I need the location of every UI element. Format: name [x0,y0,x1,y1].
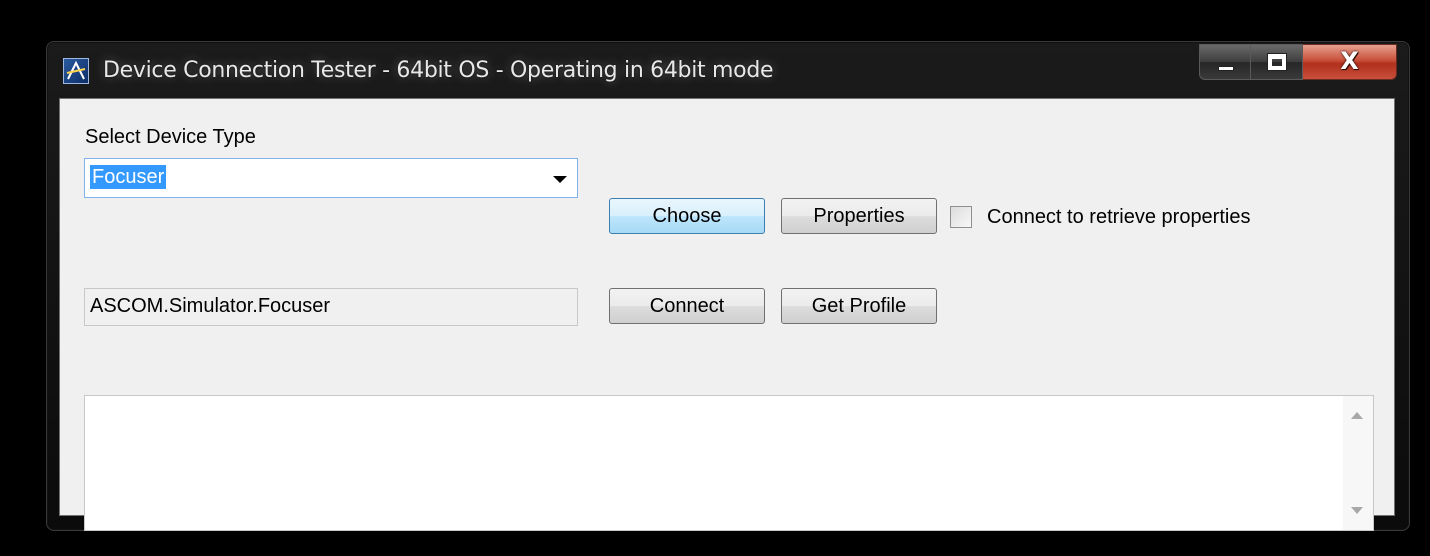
device-type-selected: Focuser [90,165,167,189]
driver-id-field: ASCOM.Simulator.Focuser [84,288,578,326]
properties-button[interactable]: Properties [781,198,937,234]
scroll-down-icon[interactable] [1351,507,1363,514]
connect-to-retrieve-checkbox[interactable] [950,206,972,228]
close-icon: X [1340,47,1359,75]
device-type-label: Select Device Type [85,126,256,148]
maximize-icon [1267,53,1287,71]
log-textarea[interactable] [84,395,1374,531]
get-profile-button[interactable]: Get Profile [781,288,937,324]
driver-id-value: ASCOM.Simulator.Focuser [90,295,331,317]
chevron-down-icon[interactable] [553,176,567,183]
minimize-button[interactable] [1199,44,1251,80]
connect-to-retrieve-label[interactable]: Connect to retrieve properties [987,206,1250,229]
maximize-button[interactable] [1251,44,1303,80]
ascom-app-icon[interactable] [63,58,89,84]
title-bar[interactable]: Device Connection Tester - 64bit OS - Op… [47,42,1409,98]
window-title: Device Connection Tester - 64bit OS - Op… [103,58,774,83]
scroll-up-icon[interactable] [1351,412,1363,419]
vertical-scrollbar[interactable] [1343,396,1373,530]
main-window: Device Connection Tester - 64bit OS - Op… [46,41,1410,531]
client-area: Select Device Type Focuser Choose Proper… [59,98,1395,531]
caption-buttons: X [1199,44,1397,82]
close-button[interactable]: X [1303,44,1397,80]
connect-button[interactable]: Connect [609,288,765,324]
device-type-dropdown[interactable]: Focuser [84,158,578,198]
minimize-icon [1218,66,1234,71]
choose-button[interactable]: Choose [609,198,765,234]
